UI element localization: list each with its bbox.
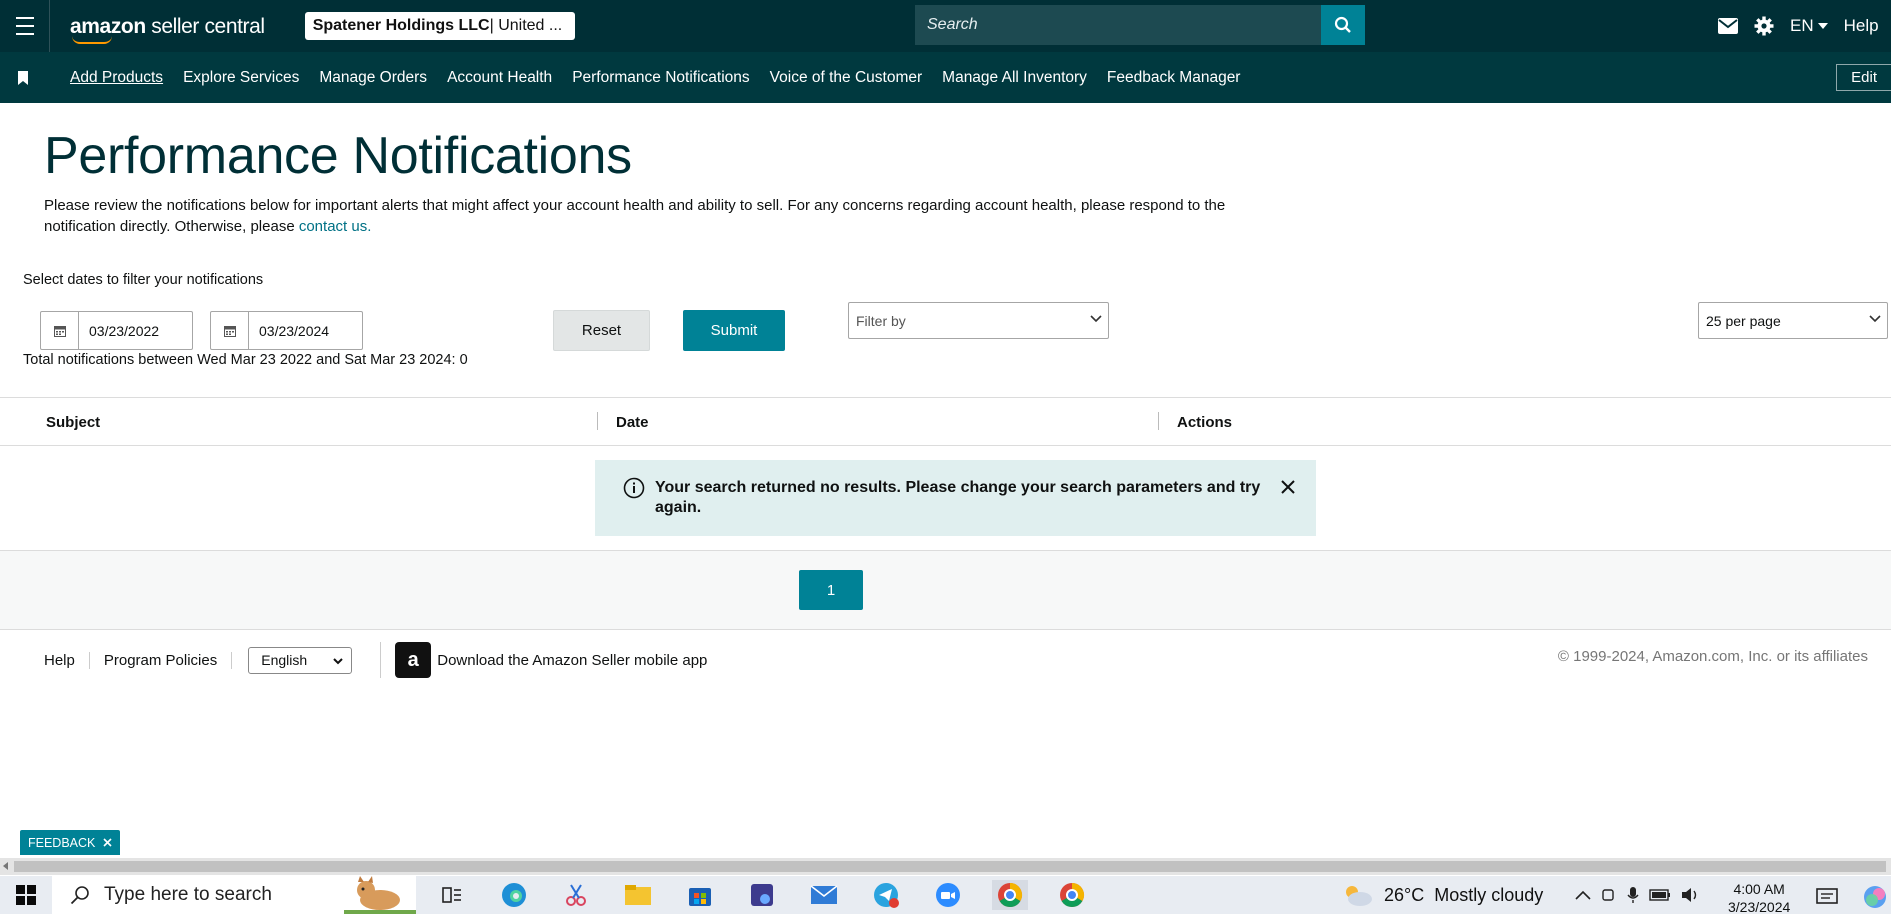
weather-temp[interactable]: 26°C (1384, 885, 1424, 906)
taskbar-clock[interactable]: 4:00 AM 3/23/2024 (1728, 880, 1790, 914)
chevron-up-icon[interactable] (1575, 890, 1591, 900)
date-filter-label: Select dates to filter your notification… (23, 272, 264, 288)
task-view-icon[interactable] (434, 880, 470, 910)
total-notifications-text: Total notifications between Wed Mar 23 2… (23, 352, 468, 368)
search-input[interactable] (915, 5, 1321, 45)
gear-icon[interactable] (1754, 16, 1774, 36)
microphone-icon[interactable] (1627, 886, 1639, 904)
no-results-message: Your search returned no results. Please … (655, 479, 1261, 516)
page-1-button[interactable]: 1 (799, 570, 863, 610)
file-explorer-icon[interactable] (620, 880, 656, 910)
start-date-picker[interactable]: 03/23/2022 (40, 311, 193, 350)
windows-start-icon[interactable] (0, 885, 52, 905)
weather-cloud-icon[interactable] (1340, 882, 1374, 908)
notifications-table-header: Subject Date Actions (0, 397, 1891, 446)
scrollbar-thumb[interactable] (14, 861, 1886, 872)
page-description: Please review the notifications below fo… (44, 197, 1226, 235)
edit-bookmarks-button[interactable]: Edit (1836, 64, 1891, 91)
calendar-icon[interactable] (41, 312, 79, 349)
bookmark-icon[interactable] (0, 70, 46, 85)
chrome-icon[interactable] (1054, 880, 1090, 910)
microsoft-store-icon[interactable] (682, 880, 718, 910)
nav-manage-orders[interactable]: Manage Orders (319, 69, 427, 87)
copyright: © 1999-2024, Amazon.com, Inc. or its aff… (1557, 648, 1868, 665)
end-date-field[interactable]: 03/23/2024 (249, 312, 329, 349)
top-header: amazon seller central Spatener Holdings … (0, 0, 1891, 52)
footer-program-policies-link[interactable]: Program Policies (90, 651, 233, 669)
weather-text[interactable]: Mostly cloudy (1434, 885, 1543, 906)
search-icon (70, 886, 89, 905)
close-icon[interactable] (1280, 479, 1296, 495)
calendar-icon[interactable] (211, 312, 249, 349)
mail-app-icon[interactable] (806, 880, 842, 910)
battery-icon[interactable] (1649, 888, 1671, 902)
nav-feedback-manager[interactable]: Feedback Manager (1107, 69, 1241, 87)
start-date-field[interactable]: 03/23/2022 (79, 312, 159, 349)
column-actions: Actions (1177, 414, 1233, 431)
feedback-tab[interactable]: FEEDBACK (20, 830, 121, 855)
volume-icon[interactable] (1681, 887, 1701, 903)
scroll-left-icon[interactable] (3, 862, 8, 870)
copilot-icon[interactable] (1862, 884, 1888, 910)
mail-icon[interactable] (1718, 18, 1738, 34)
nav-manage-all-inventory[interactable]: Manage All Inventory (942, 69, 1087, 87)
chevron-down-icon (1869, 315, 1881, 323)
footer-language-select[interactable]: English (248, 646, 353, 674)
notification-center-icon[interactable] (1816, 888, 1838, 908)
meet-now-icon[interactable] (1601, 887, 1617, 903)
nav-account-health[interactable]: Account Health (447, 69, 552, 87)
chevron-down-icon (333, 657, 343, 664)
account-switcher[interactable]: Spatener Holdings LLC | United ... (304, 12, 575, 40)
column-date: Date (616, 414, 649, 431)
close-icon[interactable] (103, 838, 112, 847)
filter-by-dropdown[interactable]: Filter by (848, 302, 1109, 339)
footer-help-link[interactable]: Help (30, 651, 90, 669)
end-date-picker[interactable]: 03/23/2024 (210, 311, 363, 350)
horizontal-scrollbar[interactable] (0, 858, 1891, 875)
nav-performance-notifications[interactable]: Performance Notifications (572, 69, 749, 87)
chevron-down-icon (1090, 315, 1102, 323)
help-link[interactable]: Help (1844, 16, 1879, 36)
hamburger-icon[interactable] (0, 0, 50, 52)
dog-search-highlight-icon (344, 876, 416, 914)
nav-voice-of-the-customer[interactable]: Voice of the Customer (770, 69, 923, 87)
pagination-area (0, 550, 1891, 630)
telegram-icon[interactable] (868, 880, 904, 910)
search-icon (1334, 16, 1351, 33)
reset-button[interactable]: Reset (553, 310, 650, 351)
system-tray: 26°C Mostly cloudy (1340, 876, 1701, 914)
amazon-app-icon: a (395, 642, 432, 678)
bookmark-nav: Add Products Explore Services Manage Ord… (0, 52, 1891, 103)
nav-add-products[interactable]: Add Products (70, 69, 163, 87)
edge-browser-icon[interactable] (496, 880, 532, 910)
search-bar (915, 5, 1365, 45)
remote-app-icon[interactable] (744, 880, 780, 910)
zoom-icon[interactable] (930, 880, 966, 910)
chrome-profile-icon[interactable] (992, 880, 1028, 910)
language-selector[interactable]: EN (1790, 16, 1828, 36)
taskbar-search[interactable]: Type here to search (52, 876, 416, 914)
caret-down-icon (1817, 23, 1828, 29)
column-subject: Subject (46, 414, 101, 431)
nav-explore-services[interactable]: Explore Services (183, 69, 299, 87)
page-title: Performance Notifications (44, 127, 632, 185)
per-page-dropdown[interactable]: 25 per page (1698, 302, 1888, 339)
contact-us-link[interactable]: contact us. (299, 218, 372, 235)
info-icon (623, 477, 645, 499)
snipping-tool-icon[interactable] (558, 880, 594, 910)
seller-app-link[interactable]: a Download the Amazon Seller mobile app (380, 642, 707, 678)
search-button[interactable] (1321, 5, 1365, 45)
submit-button[interactable]: Submit (683, 310, 785, 351)
seller-central-logo[interactable]: amazon seller central (70, 16, 265, 44)
no-results-alert: Your search returned no results. Please … (595, 460, 1316, 536)
